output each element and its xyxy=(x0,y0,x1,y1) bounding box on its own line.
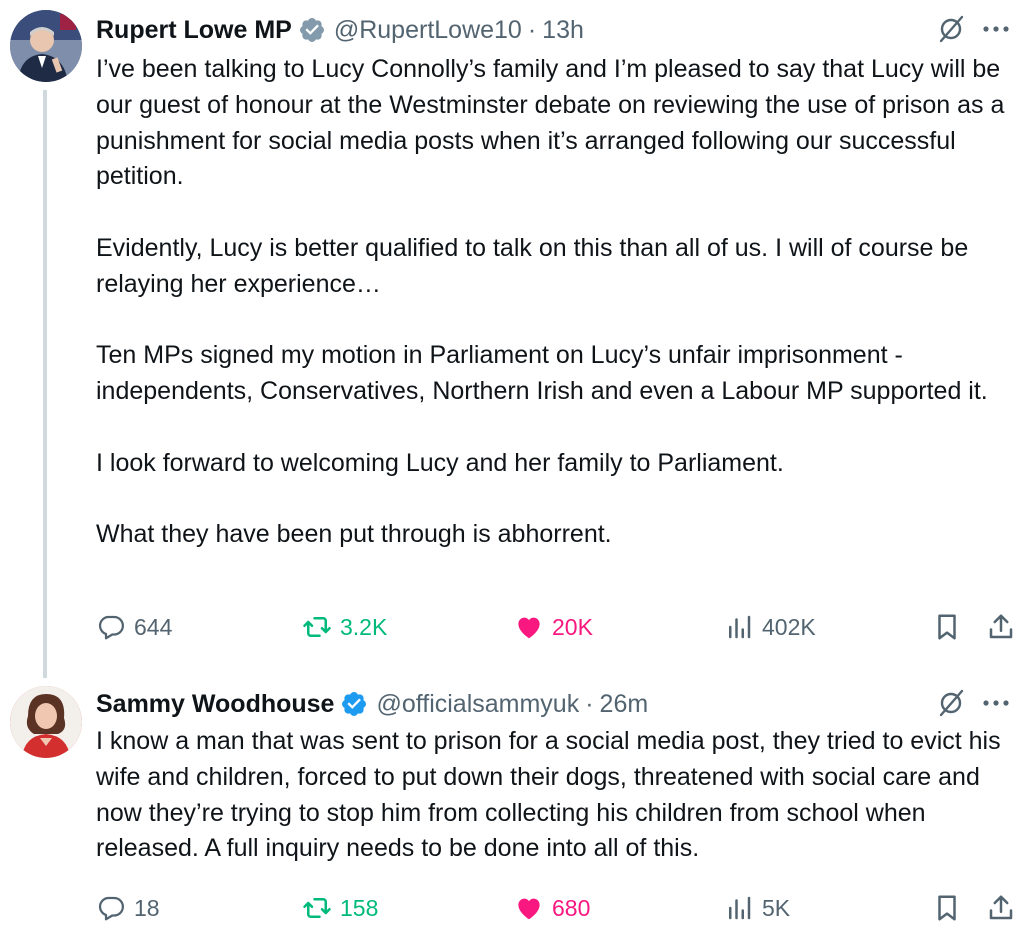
author-handle[interactable]: @RupertLowe10 xyxy=(334,16,522,45)
thread-line xyxy=(43,90,47,678)
reply-button[interactable]: 18 xyxy=(96,888,160,928)
views-count: 402K xyxy=(762,613,816,640)
verified-badge-icon[interactable] xyxy=(340,690,368,718)
tweet-paragraph: I look forward to welcoming Lucy and her… xyxy=(96,448,784,477)
share-icon xyxy=(989,614,1013,639)
grok-icon[interactable] xyxy=(936,14,966,44)
share-icon xyxy=(989,895,1013,920)
author-handle[interactable]: @officialsammyuk xyxy=(376,690,579,719)
reply-icon xyxy=(98,615,124,640)
bookmark-icon xyxy=(938,895,956,921)
more-icon[interactable] xyxy=(980,688,1012,718)
more-icon[interactable] xyxy=(980,14,1012,44)
views-button[interactable]: 5K xyxy=(724,888,790,928)
repost-count: 158 xyxy=(340,894,379,921)
heart-icon xyxy=(518,617,540,639)
bookmark-button[interactable] xyxy=(932,888,962,928)
tweet-paragraph: I’ve been talking to Lucy Connolly’s fam… xyxy=(96,55,1005,191)
reply-button[interactable]: 644 xyxy=(96,607,172,647)
timestamp[interactable]: 13h xyxy=(542,16,584,45)
share-button[interactable] xyxy=(986,888,1016,928)
views-count: 5K xyxy=(762,894,791,921)
separator-dot: · xyxy=(527,15,537,44)
like-button[interactable]: 680 xyxy=(514,888,590,928)
tweet-paragraph: I know a man that was sent to prison for… xyxy=(96,727,1001,863)
share-button[interactable] xyxy=(986,607,1016,647)
tweet-rupert-lowe[interactable]: Rupert Lowe MP @RupertLowe10 · 13h I’ve … xyxy=(0,0,1024,678)
tweet-paragraph: What they have been put through is abhor… xyxy=(96,520,612,549)
like-button[interactable]: 20K xyxy=(514,607,593,647)
tweet-paragraph: Evidently, Lucy is better qualified to t… xyxy=(96,233,969,298)
avatar[interactable] xyxy=(10,686,82,758)
tweet-sammy-woodhouse[interactable]: Sammy Woodhouse @officialsammyuk · 26m I… xyxy=(0,672,1024,936)
tweet-text: I’ve been talking to Lucy Connolly’s fam… xyxy=(96,52,1010,553)
repost-button[interactable]: 3.2K xyxy=(302,607,387,647)
reply-count: 18 xyxy=(134,894,160,921)
repost-count: 3.2K xyxy=(340,613,388,640)
like-count: 680 xyxy=(552,894,591,921)
heart-icon xyxy=(518,898,540,920)
bookmark-icon xyxy=(938,614,956,640)
views-button[interactable]: 402K xyxy=(724,607,816,647)
action-bar: 18 158 680 5K xyxy=(96,888,1024,928)
verified-badge-icon[interactable] xyxy=(298,16,326,44)
author-name[interactable]: Sammy Woodhouse xyxy=(96,690,334,719)
tweet-text: I know a man that was sent to prison for… xyxy=(96,724,1010,867)
timestamp[interactable]: 26m xyxy=(600,690,649,719)
tweet-paragraph: Ten MPs signed my motion in Parliament o… xyxy=(96,341,988,406)
views-icon xyxy=(729,615,751,639)
views-icon xyxy=(729,896,751,920)
repost-button[interactable]: 158 xyxy=(302,888,378,928)
author-name[interactable]: Rupert Lowe MP xyxy=(96,16,292,45)
reply-icon xyxy=(98,896,124,921)
grok-icon[interactable] xyxy=(936,688,966,718)
bookmark-button[interactable] xyxy=(932,607,962,647)
like-count: 20K xyxy=(552,613,593,640)
repost-icon xyxy=(303,617,331,637)
repost-icon xyxy=(303,898,331,918)
reply-count: 644 xyxy=(134,613,173,640)
separator-dot: · xyxy=(585,689,594,718)
tweet-header: Rupert Lowe MP @RupertLowe10 · 13h xyxy=(96,12,1024,48)
avatar[interactable] xyxy=(10,10,82,82)
tweet-header: Sammy Woodhouse @officialsammyuk · 26m xyxy=(96,686,1024,722)
action-bar: 644 3.2K 20K 402K xyxy=(96,607,1024,647)
